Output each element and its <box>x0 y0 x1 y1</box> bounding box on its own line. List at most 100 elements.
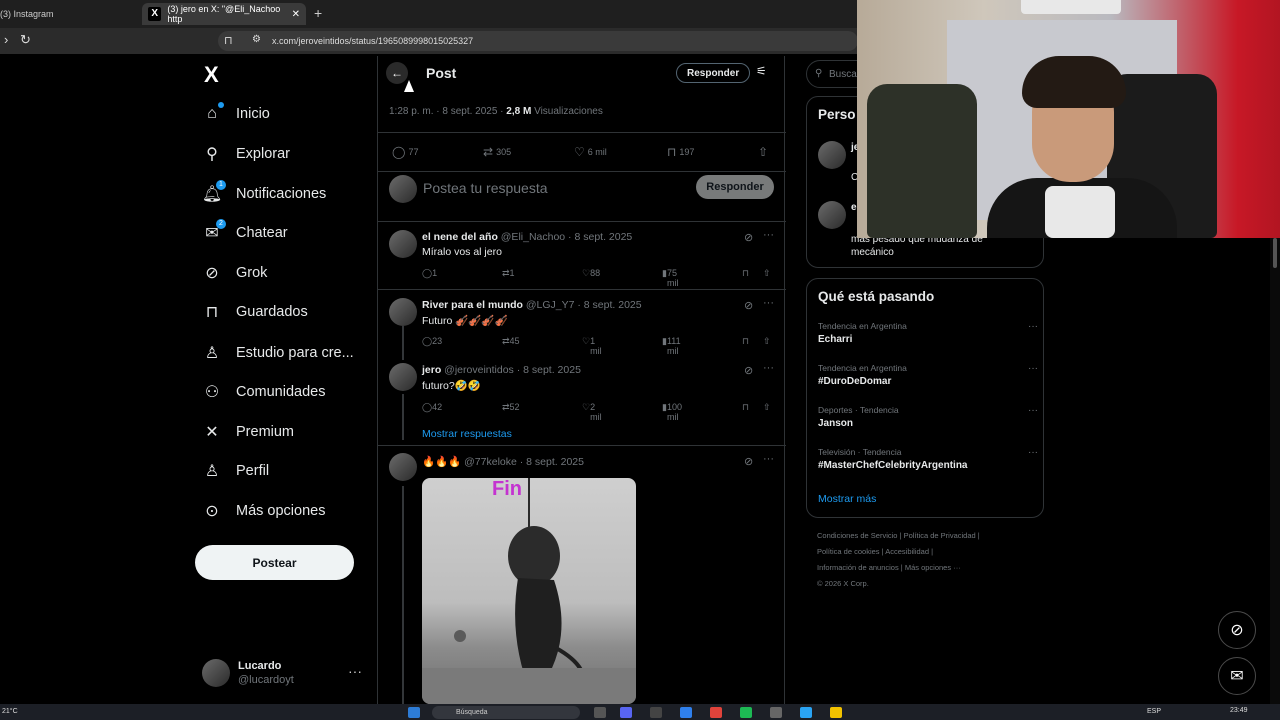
avatar[interactable] <box>389 298 417 326</box>
sidebar-item-explorar[interactable]: ⚲ Explorar <box>202 139 290 169</box>
like-stat[interactable]: ♡ 88 <box>582 268 600 279</box>
avatar[interactable] <box>818 201 846 229</box>
reply-stat[interactable]: ◯ 23 <box>422 336 442 347</box>
footer-line[interactable]: Política de cookies | Accesibilidad | <box>817 544 980 560</box>
windows-start-icon[interactable] <box>408 707 420 718</box>
repost-stat[interactable]: ⇄ 52 <box>502 402 520 413</box>
sidebar-item-guardados[interactable]: ⊓ Guardados <box>202 297 308 327</box>
brave-icon[interactable] <box>710 707 722 718</box>
new-tab-button[interactable]: + <box>314 5 322 21</box>
like-stat[interactable]: ♡ 1 mil <box>582 336 602 356</box>
messages-fab-icon[interactable]: ✉ <box>1218 657 1256 695</box>
bookmark-icon[interactable]: ⊓ <box>742 402 749 413</box>
reply-stat[interactable]: ◯ 77 <box>392 145 418 159</box>
reply-stat[interactable]: ◯ 1 <box>422 268 437 279</box>
views-stat[interactable]: ▮ 100 mil <box>662 402 682 422</box>
more-icon[interactable]: ··· <box>763 362 774 374</box>
file-explorer-icon[interactable] <box>830 707 842 718</box>
url-field[interactable]: ⊓ ⚙ x.com/jeroveintidos/status/196508999… <box>218 31 858 51</box>
grok-fab-icon[interactable]: ⊘ <box>1218 611 1256 649</box>
show-replies-link[interactable]: Mostrar respuestas <box>422 428 512 440</box>
sliders-icon[interactable]: ⚟ <box>756 64 767 78</box>
list-item[interactable]: el nene del año @Eli_Nachoo · 8 sept. 20… <box>378 222 786 290</box>
list-item[interactable]: jero @jeroveintidos · 8 sept. 2025 ⊘ ···… <box>378 357 786 446</box>
spotify-icon[interactable] <box>740 707 752 718</box>
more-icon[interactable]: ··· <box>1028 405 1038 416</box>
header-reply-button[interactable]: Responder <box>676 63 751 83</box>
app-icon[interactable] <box>680 707 692 718</box>
account-switcher[interactable]: Lucardo @lucardoyt ··· <box>202 657 372 693</box>
sidebar-item-perfil[interactable]: ♙ Perfil <box>202 456 269 486</box>
reply-stat[interactable]: ◯ 42 <box>422 402 442 413</box>
trend-item[interactable]: Deportes · Tendencia Janson ··· <box>818 405 1038 429</box>
grok-icon[interactable]: ⊘ <box>744 455 753 468</box>
like-stat[interactable]: ♡ 6 mil <box>574 145 607 159</box>
bookmark-icon[interactable]: ⊓ <box>742 268 749 279</box>
forward-icon[interactable]: › <box>4 32 8 47</box>
grok-icon[interactable]: ⊘ <box>744 364 753 377</box>
tweet-author[interactable]: 🔥🔥🔥 <box>422 456 461 468</box>
avatar[interactable] <box>389 363 417 391</box>
footer-line[interactable]: Condiciones de Servicio | Política de Pr… <box>817 528 980 544</box>
suggestion-name-2[interactable]: e <box>851 201 857 214</box>
trend-item[interactable]: Tendencia en Argentina #DuroDeDomar ··· <box>818 363 1038 387</box>
reload-icon[interactable]: ↻ <box>20 32 31 48</box>
scrollbar-thumb[interactable] <box>1273 238 1277 268</box>
views-stat[interactable]: ▮ 75 mil <box>662 268 678 288</box>
sidebar-item-mas-opciones[interactable]: ⊙ Más opciones <box>202 496 325 526</box>
reply-input[interactable]: Postea tu respuesta <box>423 180 548 196</box>
share-icon[interactable]: ⇧ <box>763 268 771 279</box>
clock[interactable]: 23:49 <box>1230 707 1248 714</box>
close-tab-icon[interactable]: ✕ <box>292 9 300 20</box>
more-icon[interactable]: ··· <box>1028 447 1038 458</box>
tweet-author[interactable]: jero <box>422 364 441 376</box>
trend-item[interactable]: Tendencia en Argentina Echarri ··· <box>818 321 1038 345</box>
trend-item[interactable]: Televisión · Tendencia #MasterChefCelebri… <box>818 447 1038 471</box>
app-icon[interactable] <box>800 707 812 718</box>
more-icon[interactable]: ··· <box>1028 321 1038 332</box>
sidebar-item-comunidades[interactable]: ⚇ Comunidades <box>202 377 326 407</box>
bookmark-icon[interactable]: ⊓ <box>742 336 749 347</box>
site-info-icon[interactable]: ⚙ <box>252 34 261 45</box>
sidebar-item-estudio[interactable]: ♙ Estudio para cre... <box>202 338 354 368</box>
more-icon[interactable]: ··· <box>1028 363 1038 374</box>
app-icon[interactable] <box>650 707 662 718</box>
taskbar-search[interactable]: Búsqueda <box>432 706 580 719</box>
repost-stat[interactable]: ⇄ 1 <box>502 268 515 279</box>
sidebar-item-chatear[interactable]: ✉ 2 Chatear <box>202 218 288 248</box>
views-stat[interactable]: ▮ 111 mil <box>662 336 681 356</box>
share-icon[interactable]: ⇧ <box>763 402 771 413</box>
share-icon[interactable]: ⇧ <box>763 336 771 347</box>
more-icon[interactable]: ··· <box>763 453 774 465</box>
bookmark-stat[interactable]: ⊓ 197 <box>667 145 694 159</box>
app-icon[interactable] <box>770 707 782 718</box>
show-more-link[interactable]: Mostrar más <box>818 493 876 505</box>
more-icon[interactable]: ··· <box>763 229 774 241</box>
list-item[interactable]: River para el mundo @LGJ_Y7 · 8 sept. 20… <box>378 290 786 356</box>
sidebar-item-premium[interactable]: ✕ Premium <box>202 417 294 447</box>
footer-line[interactable]: Información de anuncios | Más opciones ·… <box>817 560 980 576</box>
like-stat[interactable]: ♡ 2 mil <box>582 402 602 422</box>
tab-x-post[interactable]: X (3) jero en X: "@Eli_Nachoo http ✕ <box>142 3 306 25</box>
post-button[interactable]: Postear <box>195 545 354 580</box>
grok-icon[interactable]: ⊘ <box>744 231 753 244</box>
avatar[interactable] <box>818 141 846 169</box>
tweet-image[interactable]: Fin <box>422 478 636 704</box>
tweet-author[interactable]: River para el mundo <box>422 299 523 311</box>
discord-icon[interactable] <box>620 707 632 718</box>
more-icon[interactable]: ··· <box>763 297 774 309</box>
tweet-author[interactable]: el nene del año <box>422 231 498 243</box>
avatar[interactable] <box>389 453 417 481</box>
weather-widget[interactable]: 21°C <box>2 708 18 715</box>
language-indicator[interactable]: ESP <box>1147 708 1161 715</box>
avatar[interactable] <box>389 230 417 258</box>
repost-stat[interactable]: ⇄ 305 <box>483 145 511 159</box>
tab-instagram[interactable]: (3) Instagram <box>0 3 140 25</box>
repost-stat[interactable]: ⇄ 45 <box>502 336 520 347</box>
share-stat[interactable]: ⇧ <box>758 145 771 159</box>
bookmark-star-icon[interactable]: ⊓ <box>224 34 233 47</box>
reply-submit-button[interactable]: Responder <box>696 175 774 199</box>
task-view-icon[interactable] <box>594 707 606 718</box>
grok-icon[interactable]: ⊘ <box>744 299 753 312</box>
x-logo-icon[interactable]: X <box>204 62 219 88</box>
